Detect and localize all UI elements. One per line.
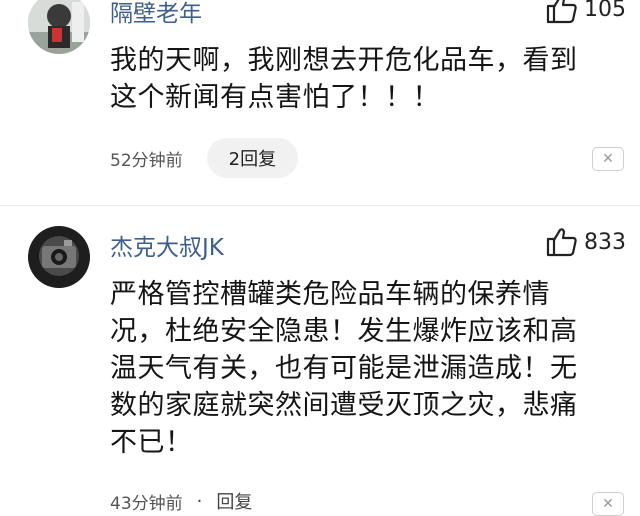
comment-text: 严格管控槽罐类危险品车辆的保养情 况，杜绝安全隐患！发生爆炸应该和高 温天气有关… [110, 276, 610, 461]
comment-text-line: 况，杜绝安全隐患！发生爆炸应该和高 [110, 316, 578, 347]
thumb-up-icon [546, 228, 577, 257]
comment-meta: 43分钟前 · 回复 [110, 488, 252, 514]
user-avatar[interactable] [28, 226, 90, 288]
comment-text-line: 温天气有关，也有可能是泄漏造成！无 [110, 353, 578, 384]
like-button[interactable]: 833 [546, 227, 626, 257]
close-icon: ✕ [602, 496, 614, 512]
separator-dot: · [196, 490, 203, 512]
comment-time: 43分钟前 [110, 493, 183, 514]
comment-text-line: 严格管控槽罐类危险品车辆的保养情 [110, 279, 550, 310]
comment-text-line: 不已！ [110, 427, 193, 458]
comment-item-2: 杰克大叔JK 833 严格管控槽罐类危险品车辆的保养情 况，杜绝安全隐患！发生爆… [0, 0, 640, 516]
avatar-image [28, 226, 90, 288]
close-button[interactable]: ✕ [592, 492, 624, 516]
like-count: 833 [584, 229, 626, 255]
reply-button[interactable]: 回复 [216, 488, 252, 514]
comment-text-line: 数的家庭就突然间遭受灭顶之灾，悲痛 [110, 390, 578, 421]
username[interactable]: 杰克大叔JK [110, 228, 224, 262]
